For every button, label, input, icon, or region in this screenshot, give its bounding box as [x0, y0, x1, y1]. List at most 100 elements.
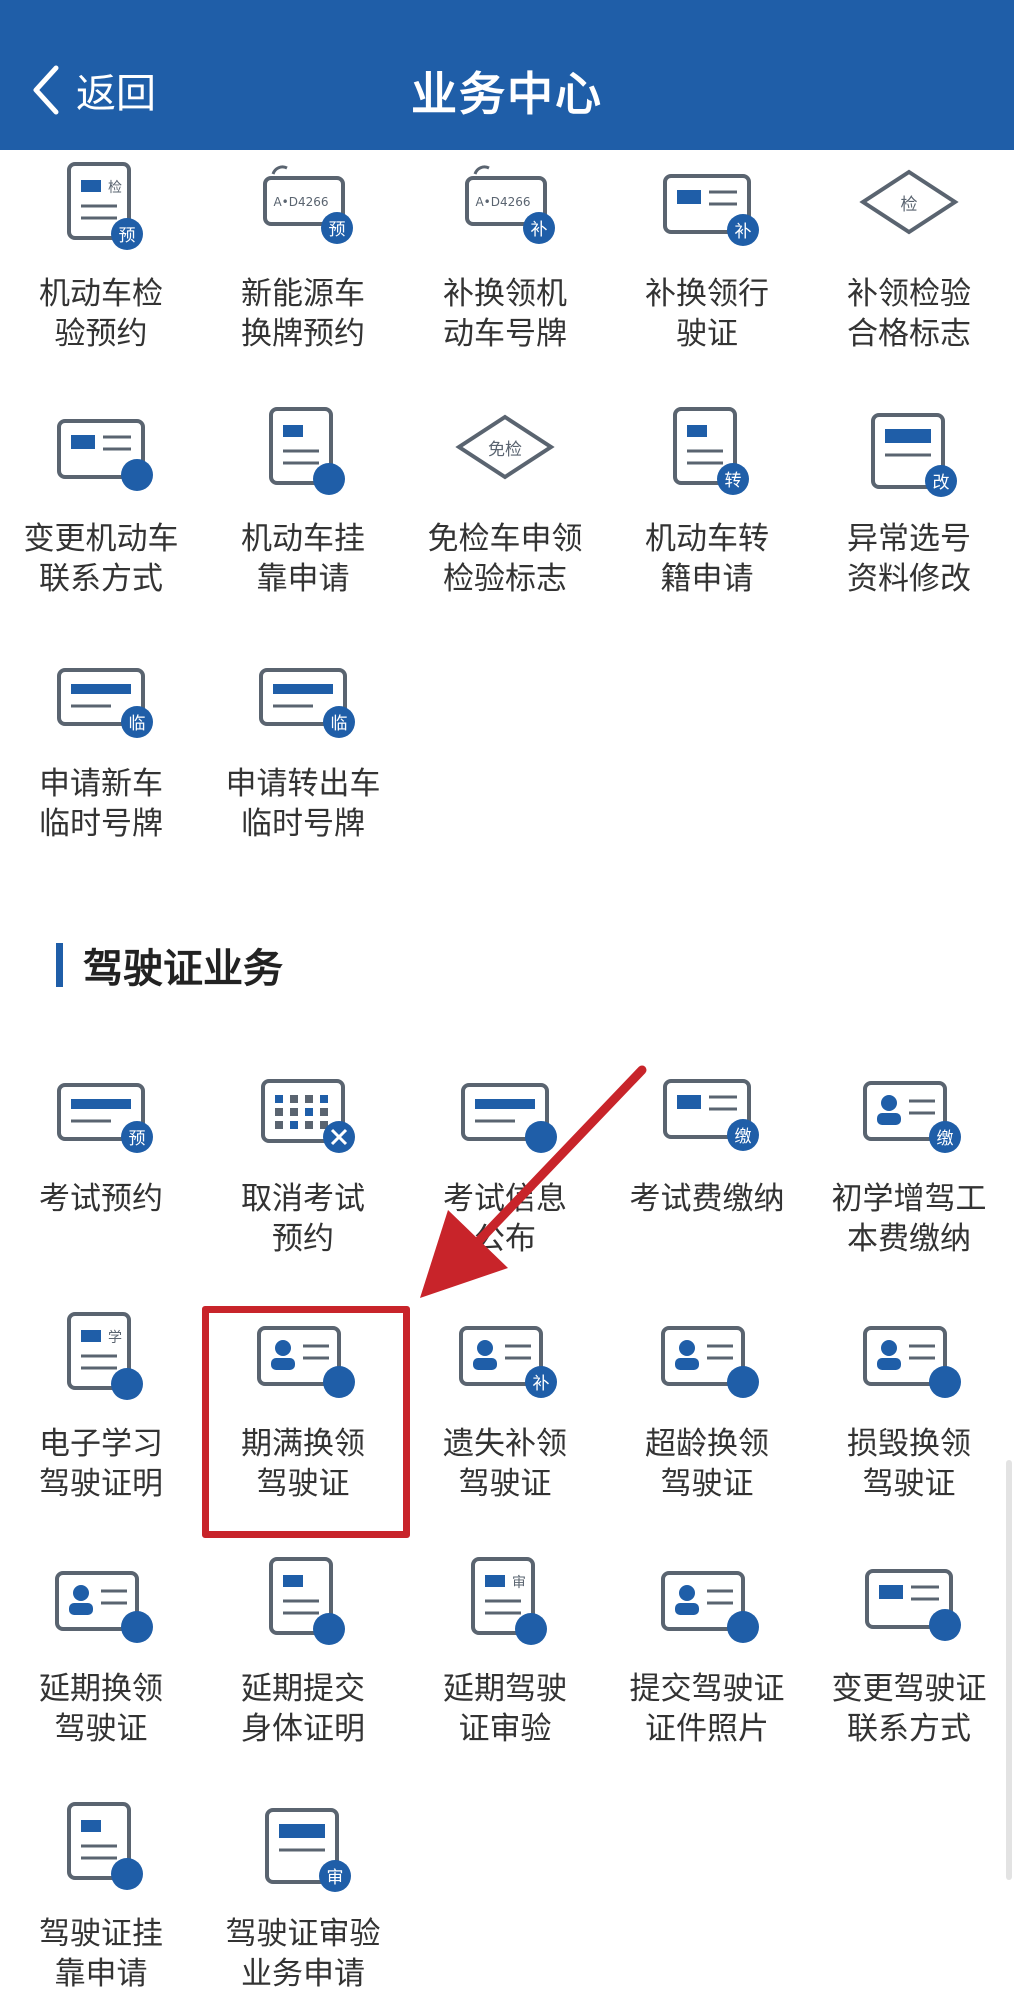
license-item[interactable]: 期满换领 驾驶证: [202, 1300, 404, 1504]
icon-shape: [279, 1824, 325, 1838]
license-label: 考试信息 公布: [443, 1181, 567, 1257]
icon-shape: [273, 684, 333, 694]
vehicle-item[interactable]: A•D4266 补补换领机 动车号牌: [404, 150, 606, 354]
icon-shape: 补: [735, 222, 752, 242]
license-label: 考试预约: [39, 1181, 163, 1217]
icon-shape: [677, 1095, 701, 1109]
license-item[interactable]: 补遗失补领 驾驶证: [404, 1300, 606, 1504]
icon-shape: [305, 1108, 313, 1116]
icon-shape: 检: [108, 180, 122, 196]
scrollbar[interactable]: [1006, 1460, 1012, 1880]
vehicle-item[interactable]: 转机动车转 籍申请: [606, 395, 808, 599]
license-item[interactable]: 变更驾驶证 联系方式: [808, 1545, 1010, 1749]
vehicle-label: 申请新车 临时号牌: [39, 766, 163, 842]
vehicle-item[interactable]: A•D4266 预新能源车 换牌预约: [202, 150, 404, 354]
icon-shape: [323, 1366, 355, 1398]
license-label: 驾驶证审验 业务申请: [225, 1916, 381, 1992]
icon-shape: [290, 1095, 298, 1103]
person-icon: [647, 1300, 767, 1410]
icon-shape: [877, 1358, 901, 1370]
icon-shape: [121, 1611, 153, 1643]
vehicle-label: 异常选号 资料修改: [847, 521, 971, 597]
license-label: 延期驾驶 证审验: [443, 1671, 567, 1747]
license-item[interactable]: 取消考试 预约: [202, 1055, 404, 1259]
doc-icon: 审: [445, 1545, 565, 1655]
icon-shape: [485, 1575, 505, 1587]
icon-shape: [929, 1366, 961, 1398]
icon-shape: 预: [129, 1129, 146, 1149]
vehicle-label: 补换领机 动车号牌: [443, 276, 567, 352]
tablet-icon: 审: [243, 1790, 363, 1900]
icon-shape: [121, 459, 153, 491]
icon-shape: A•D4266: [475, 195, 530, 209]
icon-shape: [320, 1095, 328, 1103]
vehicle-item[interactable]: 检预机动车检 验预约: [0, 150, 202, 354]
license-item[interactable]: 考试信息 公布: [404, 1055, 606, 1259]
icon-shape: [283, 425, 303, 437]
icon-shape: [111, 1368, 143, 1400]
license-item[interactable]: 驾驶证挂 靠申请: [0, 1790, 202, 1994]
license-item[interactable]: 审驾驶证审验 业务申请: [202, 1790, 404, 1994]
license-label: 期满换领 驾驶证: [241, 1426, 365, 1502]
person-icon: 缴: [849, 1055, 969, 1165]
license-item[interactable]: 提交驾驶证 证件照片: [606, 1545, 808, 1749]
icon-shape: [275, 1121, 283, 1129]
icon-shape: 审: [327, 1868, 344, 1888]
license-item[interactable]: 超龄换领 驾驶证: [606, 1300, 808, 1504]
plate-icon: A•D4266 预: [243, 150, 363, 260]
icon-shape: [275, 1340, 291, 1356]
vehicle-item[interactable]: 机动车挂 靠申请: [202, 395, 404, 599]
vehicle-label: 机动车检 验预约: [39, 276, 163, 352]
icon-shape: A•D4266: [273, 195, 328, 209]
icon-shape: [515, 1613, 547, 1645]
card-icon: [849, 1545, 969, 1655]
doc-icon: [243, 395, 363, 505]
icon-shape: 缴: [735, 1127, 752, 1147]
icon-shape: [111, 1858, 143, 1890]
page-title: 业务中心: [411, 67, 603, 121]
license-label: 考试费缴纳: [629, 1181, 785, 1217]
plate-icon: A•D4266 补: [445, 150, 565, 260]
license-item[interactable]: 损毁换领 驾驶证: [808, 1300, 1010, 1504]
vehicle-label: 申请转出车 临时号牌: [225, 766, 381, 842]
icon-shape: [473, 1358, 497, 1370]
license-item[interactable]: 审延期驾驶 证审验: [404, 1545, 606, 1749]
license-item[interactable]: 缴考试费缴纳: [606, 1055, 808, 1219]
icon-shape: [881, 1095, 897, 1111]
icon-shape: [313, 1613, 345, 1645]
license-item[interactable]: 预考试预约: [0, 1055, 202, 1219]
license-item[interactable]: 延期换领 驾驶证: [0, 1545, 202, 1749]
icon-shape: [727, 1611, 759, 1643]
vehicle-label: 变更机动车 联系方式: [23, 521, 179, 597]
bar-icon: 临: [41, 640, 161, 750]
section-accent-bar: [56, 943, 63, 987]
header-bar: 返回 业务中心: [0, 0, 1014, 150]
icon-shape: [73, 1585, 89, 1601]
icon-shape: [679, 1340, 695, 1356]
vehicle-item[interactable]: 变更机动车 联系方式: [0, 395, 202, 599]
icon-shape: [271, 1358, 295, 1370]
bar-icon: 预: [41, 1055, 161, 1165]
vehicle-item[interactable]: 检补领检验 合格标志: [808, 150, 1010, 354]
vehicle-item[interactable]: 临申请新车 临时号牌: [0, 640, 202, 844]
icon-shape: [687, 425, 707, 437]
person-icon: [849, 1300, 969, 1410]
bar-icon: 临: [243, 640, 363, 750]
vehicle-item[interactable]: 免检 免检车申领 检验标志: [404, 395, 606, 599]
card-icon: [41, 395, 161, 505]
icon-shape: [727, 1366, 759, 1398]
icon-shape: 检: [901, 195, 918, 215]
vehicle-item[interactable]: 改异常选号 资料修改: [808, 395, 1010, 599]
doc-icon: [41, 1790, 161, 1900]
license-item[interactable]: 缴初学增驾工 本费缴纳: [808, 1055, 1010, 1259]
vehicle-item[interactable]: 补补换领行 驶证: [606, 150, 808, 354]
license-item[interactable]: 学电子学习 驾驶证明: [0, 1300, 202, 1504]
license-label: 损毁换领 驾驶证: [847, 1426, 971, 1502]
icon-shape: [71, 684, 131, 694]
card-icon: 缴: [647, 1055, 767, 1165]
vehicle-item[interactable]: 临申请转出车 临时号牌: [202, 640, 404, 844]
person-icon: [647, 1545, 767, 1655]
icon-shape: 缴: [937, 1129, 954, 1149]
license-label: 变更驾驶证 联系方式: [831, 1671, 987, 1747]
license-item[interactable]: 延期提交 身体证明: [202, 1545, 404, 1749]
